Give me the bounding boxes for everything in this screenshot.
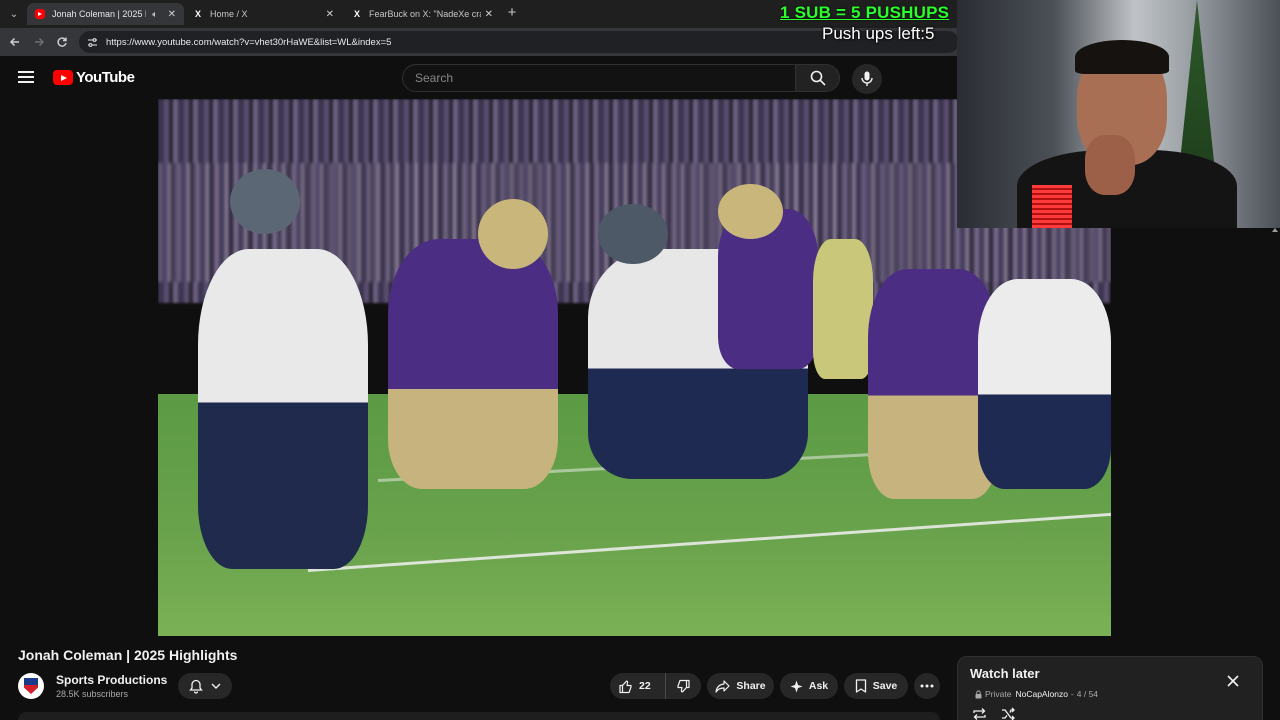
speaker-icon[interactable]: 🔈︎	[152, 9, 157, 20]
player-helmet	[718, 184, 783, 239]
search-box	[402, 64, 796, 92]
save-button[interactable]: Save	[844, 673, 908, 699]
chevron-down-icon: ⌄	[9, 8, 19, 20]
like-dislike-group: 22	[610, 673, 701, 699]
thumbs-up-icon	[618, 679, 633, 694]
ask-label: Ask	[808, 680, 829, 692]
player-figure	[388, 239, 558, 489]
pushups-left-counter: Push ups left:5	[822, 24, 935, 43]
voice-search-button[interactable]	[852, 64, 882, 94]
thumbs-down-icon	[676, 679, 691, 694]
page-scrollbar[interactable]	[1271, 228, 1279, 638]
loop-playlist-button[interactable]	[970, 705, 988, 720]
youtube-wordmark: YouTube	[76, 69, 135, 86]
screen: ⌄ Jonah Coleman | 2025 Highlights 🔈︎ ✕ X…	[0, 0, 1280, 720]
channel-name[interactable]: Sports Productions	[56, 673, 167, 687]
youtube-logo[interactable]: YouTube	[53, 69, 135, 86]
x-icon: X	[194, 9, 201, 19]
save-label: Save	[872, 680, 898, 692]
menu-icon[interactable]	[18, 71, 34, 83]
close-tab-button[interactable]: ✕	[168, 9, 176, 20]
close-tab-button[interactable]: ✕	[326, 9, 334, 20]
tab-search-button[interactable]: ⌄	[4, 4, 24, 24]
description-box[interactable]	[18, 712, 940, 720]
lock-icon	[975, 689, 982, 699]
site-info-icon[interactable]	[87, 37, 98, 48]
player-helmet	[478, 199, 548, 269]
streamer-hair	[1075, 40, 1169, 74]
x-icon: X	[353, 9, 360, 19]
shuffle-playlist-button[interactable]	[999, 705, 1017, 720]
scroll-up-arrow-icon[interactable]	[1272, 228, 1278, 232]
channel-avatar[interactable]	[18, 673, 44, 699]
back-arrow-icon	[9, 37, 19, 47]
playlist-title[interactable]: Watch later	[970, 666, 1040, 681]
player-figure	[198, 249, 368, 569]
player-helmet	[598, 204, 668, 264]
url-text: https://www.youtube.com/watch?v=vhet30rH…	[106, 36, 392, 48]
dislike-button[interactable]	[666, 673, 701, 699]
close-tab-button[interactable]: ✕	[485, 9, 493, 20]
streamer-hand	[1085, 135, 1135, 195]
streamer-shirt-stripes	[1032, 185, 1072, 228]
player-helmet	[230, 169, 300, 234]
tab-x-fearbuck[interactable]: X FearBuck on X: "NadeXe crashe ✕	[344, 3, 501, 25]
like-button[interactable]: 22	[610, 673, 666, 699]
youtube-icon	[35, 9, 45, 19]
playlist-meta: Private NoCapAlonzo - 4 / 54	[975, 689, 1098, 699]
notification-bell-button[interactable]	[178, 673, 232, 699]
video-title: Jonah Coleman | 2025 Highlights	[18, 647, 238, 663]
youtube-play-icon	[53, 70, 73, 85]
loop-icon	[972, 708, 986, 720]
ask-button[interactable]: Ask	[780, 673, 838, 699]
tab-x-home[interactable]: X Home / X ✕	[185, 3, 342, 25]
sparkle-icon	[790, 680, 803, 693]
playlist-position: 4 / 54	[1076, 689, 1099, 699]
player-figure	[813, 239, 873, 379]
close-playlist-button[interactable]	[1225, 673, 1241, 689]
playlist-privacy: Private	[985, 689, 1012, 699]
share-label: Share	[736, 680, 766, 692]
search-button[interactable]	[796, 64, 840, 92]
sub-pushups-banner: 1 SUB = 5 PUSHUPS	[780, 3, 950, 22]
more-actions-button[interactable]	[914, 673, 940, 699]
webcam-overlay	[957, 0, 1280, 228]
bell-icon	[189, 679, 204, 694]
tab-title: Home / X	[210, 9, 248, 19]
youtube-header: YouTube	[0, 56, 957, 99]
playlist-owner[interactable]: NoCapAlonzo	[1015, 689, 1067, 699]
separator: -	[1070, 689, 1074, 699]
tab-title: FearBuck on X: "NadeXe crashe	[369, 9, 481, 19]
share-button[interactable]: Share	[707, 673, 774, 699]
more-horizontal-icon	[920, 684, 934, 688]
close-icon	[1227, 675, 1239, 687]
search-input[interactable]	[415, 71, 795, 85]
tab-youtube[interactable]: Jonah Coleman | 2025 Highlights 🔈︎ ✕	[27, 3, 184, 25]
share-arrow-icon	[715, 679, 731, 693]
shield-logo-icon	[24, 678, 38, 694]
forward-button[interactable]	[31, 34, 47, 50]
tab-title: Jonah Coleman | 2025 Highlights	[52, 9, 146, 19]
microphone-icon	[861, 71, 873, 86]
like-count: 22	[639, 680, 651, 692]
chevron-down-icon	[211, 683, 221, 689]
playlist-panel: Watch later Private NoCapAlonzo - 4 / 54	[957, 656, 1263, 720]
back-button[interactable]	[7, 34, 23, 50]
search-icon	[810, 70, 826, 86]
reload-icon	[57, 37, 67, 47]
player-figure	[978, 279, 1111, 489]
shuffle-icon	[1001, 707, 1015, 720]
forward-arrow-icon	[35, 37, 45, 47]
bookmark-icon	[855, 679, 867, 693]
new-tab-button[interactable]: +	[505, 5, 519, 21]
subscriber-count: 28.5K subscribers	[56, 689, 129, 699]
reload-button[interactable]	[54, 34, 70, 50]
